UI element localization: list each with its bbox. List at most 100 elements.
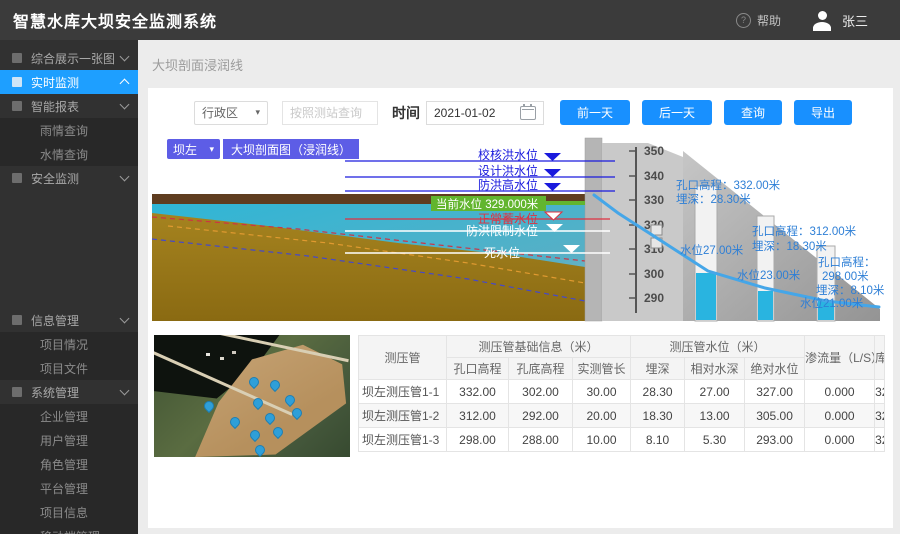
map-marker-icon[interactable] <box>202 399 216 413</box>
sidebar-item-overview[interactable]: 综合展示一张图 <box>0 46 138 70</box>
cell: 329.00 <box>875 404 885 428</box>
sidebar-item-realtime-monitoring[interactable]: 实时监测 <box>0 70 138 94</box>
dam-side-select[interactable]: 坝左 ▾ <box>167 139 220 159</box>
p3-orifice-value: 298.00米 <box>822 270 869 283</box>
help-label: 帮助 <box>757 12 781 29</box>
menu-grid-icon <box>12 101 22 111</box>
p1-orifice-label: 孔口高程：332.00米 <box>676 178 781 192</box>
ruler-label: 340 <box>644 169 664 183</box>
col-header-buried-depth: 埋深 <box>631 358 685 380</box>
sidebar-item-role-management[interactable]: 角色管理 <box>0 452 138 476</box>
p1-depth-label: 埋深：28.30米 <box>676 192 751 206</box>
cell: 298.00 <box>447 428 509 452</box>
menu-grid-icon <box>12 387 22 397</box>
sidebar-item-enterprise-management[interactable]: 企业管理 <box>0 404 138 428</box>
export-button[interactable]: 导出 <box>794 100 852 125</box>
sidebar-item-label: 项目文件 <box>40 360 88 377</box>
dam-side-value: 坝左 <box>173 141 197 158</box>
level-marker-icon <box>544 153 561 161</box>
help-icon: ? <box>736 13 751 28</box>
time-label: 时间 <box>392 103 420 123</box>
current-level-label: 当前水位 329.000米 <box>436 197 539 211</box>
sidebar-item-system-management[interactable]: 系统管理 <box>0 380 138 404</box>
sidebar-item-label: 系统管理 <box>31 384 121 401</box>
col-header-piezometer: 测压管 <box>359 336 447 380</box>
app-header: 智慧水库大坝安全监测系统 ? 帮助 张三 <box>0 0 900 40</box>
check-flood-level-label: 校核洪水位 <box>478 147 538 162</box>
flood-high-level-label: 防洪高水位 <box>478 177 538 192</box>
query-button[interactable]: 查询 <box>724 100 782 125</box>
sidebar-item-label: 平台管理 <box>40 480 88 497</box>
table-row[interactable]: 坝左测压管1-2 312.00 292.00 20.00 18.30 13.00… <box>359 404 885 428</box>
level-marker-icon <box>544 169 561 177</box>
sidebar-item-mobile-management[interactable]: 移动端管理 <box>0 524 138 534</box>
sidebar-item-safety-monitoring[interactable]: 安全监测 <box>0 166 138 190</box>
dead-level-label: 死水位 <box>484 245 520 260</box>
sidebar-item-info-management[interactable]: 信息管理 <box>0 308 138 332</box>
sidebar-item-rain-query[interactable]: 雨情查询 <box>0 118 138 142</box>
page-title: 大坝剖面浸润线 <box>138 40 900 74</box>
menu-grid-icon <box>12 77 22 87</box>
cell: 5.30 <box>685 428 745 452</box>
col-group-water-level: 测压管水位（米） <box>631 336 805 358</box>
sidebar-item-label: 雨情查询 <box>40 122 88 139</box>
sidebar-item-user-management[interactable]: 用户管理 <box>0 428 138 452</box>
sidebar-item-label: 项目情况 <box>40 336 88 353</box>
dam-satellite-map[interactable] <box>154 335 350 457</box>
p3-water-label: 水位21.00米 <box>800 296 864 310</box>
user-name: 张三 <box>842 11 868 30</box>
cell: 327.00 <box>745 380 805 404</box>
cell: 20.00 <box>573 404 631 428</box>
date-input[interactable]: 2021-01-02 <box>426 101 544 125</box>
cell: 329.00 <box>875 380 885 404</box>
sidebar-item-label: 信息管理 <box>31 312 121 329</box>
table-group-header-row: 测压管 测压管基础信息（米） 测压管水位（米） 渗流量（L/S） 库水位（米） <box>359 336 885 358</box>
cell: 18.30 <box>631 404 685 428</box>
cell: 288.00 <box>509 428 573 452</box>
region-select[interactable]: 行政区 ▾ <box>194 101 268 125</box>
cell: 329.00 <box>875 428 885 452</box>
cell: 302.00 <box>509 380 573 404</box>
sidebar-item-project-files[interactable]: 项目文件 <box>0 356 138 380</box>
sidebar: 综合展示一张图 实时监测 智能报表 雨情查询 水情查询 安全监测 信息管理 项目… <box>0 40 138 534</box>
col-header-reservoir-level: 库水位（米） <box>875 336 885 380</box>
level-marker-icon <box>544 183 561 191</box>
sidebar-item-project-info[interactable]: 项目信息 <box>0 500 138 524</box>
sidebar-item-label: 实时监测 <box>31 74 121 91</box>
piezometer-water-1 <box>696 273 716 320</box>
ruler-label: 330 <box>644 193 664 207</box>
cell: 0.000 <box>805 428 875 452</box>
sidebar-item-smart-reports[interactable]: 智能报表 <box>0 94 138 118</box>
sidebar-item-platform-management[interactable]: 平台管理 <box>0 476 138 500</box>
ruler-label: 350 <box>644 144 664 158</box>
dam-cross-section-diagram: 坝左 ▾ 大坝剖面图（浸润线） <box>148 131 893 331</box>
sidebar-item-label: 智能报表 <box>31 98 121 115</box>
user-menu[interactable]: 张三 <box>811 10 868 31</box>
cell: 292.00 <box>509 404 573 428</box>
cell: 10.00 <box>573 428 631 452</box>
sidebar-item-project-situation[interactable]: 项目情况 <box>0 332 138 356</box>
cell: 312.00 <box>447 404 509 428</box>
dam-tower <box>585 138 602 321</box>
row-name: 坝左测压管1-1 <box>359 380 447 404</box>
sidebar-item-water-query[interactable]: 水情查询 <box>0 142 138 166</box>
sidebar-item-label: 水情查询 <box>40 146 88 163</box>
chevron-down-icon <box>120 386 130 396</box>
sidebar-gap <box>0 190 138 308</box>
table-row[interactable]: 坝左测压管1-3 298.00 288.00 10.00 8.10 5.30 2… <box>359 428 885 452</box>
content-panel: 行政区 ▾ 时间 2021-01-02 前一天 后一天 查询 导出 坝左 ▾ 大… <box>148 88 893 528</box>
menu-grid-icon <box>12 53 22 63</box>
table-row[interactable]: 坝左测压管1-1 332.00 302.00 30.00 28.30 27.00… <box>359 380 885 404</box>
valve-icon <box>651 225 662 235</box>
col-header-pipe-length: 实测管长 <box>573 358 631 380</box>
cell: 13.00 <box>685 404 745 428</box>
app-title: 智慧水库大坝安全监测系统 <box>0 8 217 32</box>
next-day-button[interactable]: 后一天 <box>642 100 712 125</box>
dropdown-arrow-icon: ▾ <box>209 144 214 155</box>
chevron-down-icon <box>120 314 130 324</box>
flood-limit-level-label: 防洪限制水位 <box>466 223 538 238</box>
station-search-input[interactable] <box>282 101 378 125</box>
sidebar-item-label: 角色管理 <box>40 456 88 473</box>
prev-day-button[interactable]: 前一天 <box>560 100 630 125</box>
help-button[interactable]: ? 帮助 <box>736 12 781 29</box>
